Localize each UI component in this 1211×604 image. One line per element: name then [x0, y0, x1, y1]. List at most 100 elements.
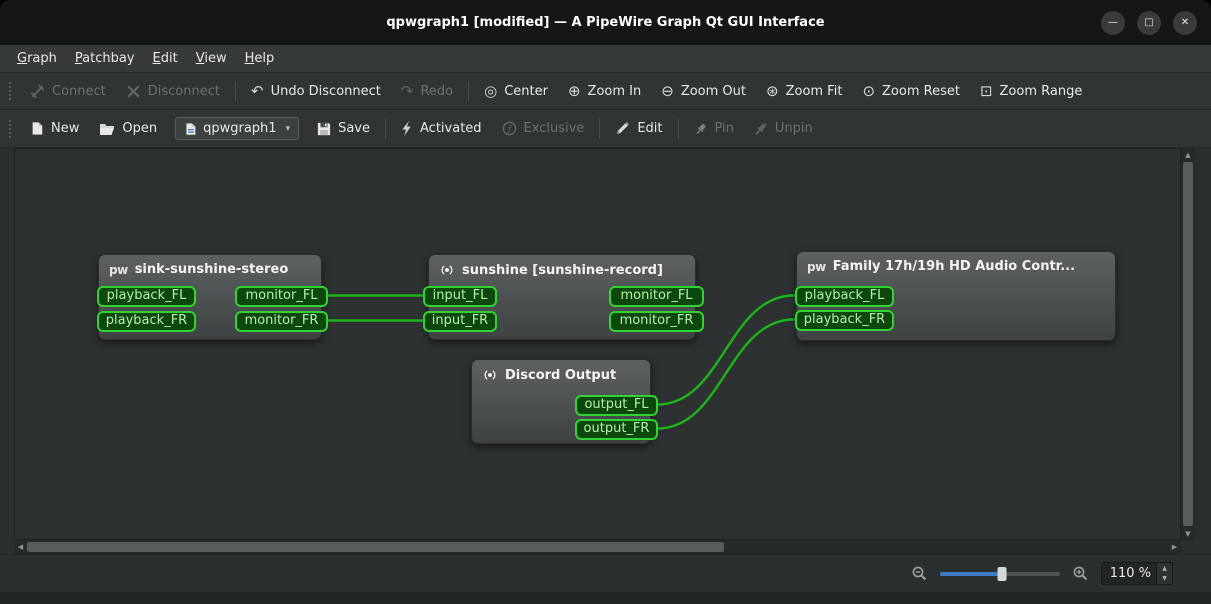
- toolbar-drag-handle[interactable]: [9, 119, 11, 138]
- unpin-button[interactable]: Unpin: [744, 115, 823, 142]
- scroll-down-arrow-icon[interactable]: ▼: [1181, 527, 1195, 540]
- zoom-range-icon: ⊡: [979, 81, 993, 100]
- zoom-in-icon: ⊕: [567, 81, 581, 100]
- port-output-fl[interactable]: output_FL: [575, 395, 658, 416]
- zoom-fit-icon: ⊛: [766, 81, 779, 100]
- lightning-icon: [401, 121, 413, 136]
- menu-edit[interactable]: Edit: [144, 47, 187, 70]
- scroll-left-arrow-icon[interactable]: ◀: [14, 540, 27, 553]
- exclusive-icon: f: [502, 121, 517, 136]
- spin-up-button[interactable]: ▲: [1157, 563, 1172, 574]
- pin-icon: [694, 122, 708, 136]
- patchbay-toolbar: New Open qpwgraph1 ▾ Save Activated f Ex…: [0, 110, 1211, 148]
- vertical-scrollbar[interactable]: ▲ ▼: [1181, 148, 1195, 540]
- disconnect-icon: [126, 84, 141, 99]
- zoom-slider-handle[interactable]: [997, 566, 1007, 581]
- chevron-down-icon: ▾: [285, 123, 291, 134]
- port-input-fl[interactable]: input_FL: [423, 286, 497, 307]
- node-sink-sunshine-stereo[interactable]: pw sink-sunshine-stereo playback_FL play…: [97, 254, 328, 340]
- scroll-right-arrow-icon[interactable]: ▶: [1168, 540, 1181, 553]
- exclusive-toggle[interactable]: f Exclusive: [492, 115, 595, 142]
- port-playback-fl[interactable]: playback_FL: [97, 286, 196, 307]
- scroll-up-arrow-icon[interactable]: ▲: [1181, 148, 1195, 161]
- graph-canvas[interactable]: pw sink-sunshine-stereo playback_FL play…: [14, 148, 1181, 540]
- patchbay-file-icon: [184, 122, 197, 136]
- port-input-fr[interactable]: input_FR: [423, 311, 497, 332]
- zoom-reset-button[interactable]: ⊙ Zoom Reset: [852, 78, 970, 105]
- zoom-percent-spinbox[interactable]: 110 % ▲ ▼: [1101, 562, 1173, 585]
- vertical-scrollbar-thumb[interactable]: [1183, 162, 1193, 526]
- window-controls: — □ ✕: [1101, 0, 1197, 45]
- new-button[interactable]: New: [20, 115, 89, 142]
- port-monitor-fl[interactable]: monitor_FL: [235, 286, 328, 307]
- menu-graph[interactable]: Graph: [8, 47, 66, 70]
- open-button[interactable]: Open: [89, 115, 167, 142]
- menubar: Graph Patchbay Edit View Help: [0, 45, 1211, 73]
- zoom-in-button[interactable]: ⊕ Zoom In: [558, 78, 651, 105]
- unpin-icon: [754, 122, 768, 136]
- spin-down-button[interactable]: ▼: [1157, 574, 1172, 585]
- horizontal-scrollbar-thumb[interactable]: [27, 542, 724, 552]
- new-file-icon: [30, 121, 44, 136]
- menu-help[interactable]: Help: [236, 47, 284, 70]
- zoom-range-button[interactable]: ⊡ Zoom Range: [970, 78, 1092, 105]
- redo-icon: ↷: [400, 81, 414, 100]
- spin-arrows: ▲ ▼: [1156, 563, 1172, 584]
- zoom-percent-value[interactable]: 110 %: [1102, 563, 1156, 584]
- horizontal-scrollbar-track[interactable]: [27, 540, 1168, 554]
- audio-app-icon: [482, 367, 498, 383]
- open-folder-icon: [99, 122, 115, 136]
- graph-toolbar: Connect Disconnect ↶ Undo Disconnect ↷ R…: [0, 73, 1211, 110]
- svg-text:f: f: [506, 124, 512, 134]
- connect-button[interactable]: Connect: [20, 78, 116, 105]
- port-output-fr[interactable]: output_FR: [575, 419, 658, 440]
- toolbar-separator: [468, 81, 470, 101]
- maximize-button[interactable]: □: [1137, 10, 1161, 35]
- zoom-fit-button[interactable]: ⊛ Zoom Fit: [756, 78, 852, 105]
- titlebar[interactable]: qpwgraph1 [modified] — A PipeWire Graph …: [0, 0, 1211, 45]
- center-icon: ◎: [484, 81, 498, 100]
- zoom-slider-fill: [940, 571, 1003, 576]
- zoom-out-button[interactable]: ⊖ Zoom Out: [651, 78, 756, 105]
- port-playback-fl[interactable]: playback_FL: [795, 286, 894, 307]
- undo-disconnect-button[interactable]: ↶ Undo Disconnect: [241, 78, 391, 105]
- center-button[interactable]: ◎ Center: [474, 78, 558, 105]
- horizontal-scrollbar[interactable]: ◀ ▶: [14, 540, 1181, 554]
- patchbay-selector-value: qpwgraph1: [203, 121, 277, 136]
- minimize-button[interactable]: —: [1101, 10, 1125, 35]
- menu-view[interactable]: View: [187, 47, 236, 70]
- toolbar-separator: [234, 81, 236, 101]
- zoom-out-magnifier-icon[interactable]: [911, 565, 928, 582]
- save-icon: [317, 122, 331, 136]
- node-sunshine[interactable]: sunshine [sunshine-record] input_FL inpu…: [423, 254, 704, 340]
- close-button[interactable]: ✕: [1173, 10, 1197, 35]
- connect-icon: [30, 84, 45, 99]
- zoom-slider[interactable]: [940, 566, 1060, 581]
- disconnect-button[interactable]: Disconnect: [116, 78, 230, 105]
- patchbay-selector[interactable]: qpwgraph1 ▾: [175, 117, 300, 140]
- connections-layer: [325, 294, 796, 430]
- port-monitor-fl[interactable]: monitor_FL: [609, 286, 704, 307]
- port-monitor-fr[interactable]: monitor_FR: [609, 311, 704, 332]
- main-area: pw sink-sunshine-stereo playback_FL play…: [0, 148, 1211, 540]
- activated-toggle[interactable]: Activated: [391, 115, 492, 142]
- zoom-in-magnifier-icon[interactable]: [1072, 565, 1089, 582]
- pipewire-icon: pw: [109, 262, 128, 277]
- node-family-hd-audio[interactable]: pw Family 17h/19h HD Audio Contr... play…: [795, 251, 1116, 341]
- audio-app-icon: [439, 262, 455, 278]
- pin-button[interactable]: Pin: [684, 115, 744, 142]
- redo-button[interactable]: ↷ Redo: [391, 78, 463, 105]
- toolbar-drag-handle[interactable]: [9, 82, 11, 100]
- port-playback-fr[interactable]: playback_FR: [795, 310, 894, 331]
- node-discord-output[interactable]: Discord Output output_FL output_FR: [471, 359, 658, 444]
- node-title: Discord Output: [472, 360, 650, 390]
- node-title: pw Family 17h/19h HD Audio Contr...: [807, 259, 1076, 274]
- undo-icon: ↶: [250, 81, 264, 100]
- menu-patchbay[interactable]: Patchbay: [66, 47, 144, 70]
- port-monitor-fr[interactable]: monitor_FR: [235, 311, 328, 332]
- minimize-icon: —: [1108, 17, 1118, 28]
- edit-button[interactable]: Edit: [605, 115, 672, 142]
- save-button[interactable]: Save: [307, 115, 380, 142]
- port-playback-fr[interactable]: playback_FR: [97, 311, 196, 332]
- window-bottom-edge: [0, 592, 1211, 604]
